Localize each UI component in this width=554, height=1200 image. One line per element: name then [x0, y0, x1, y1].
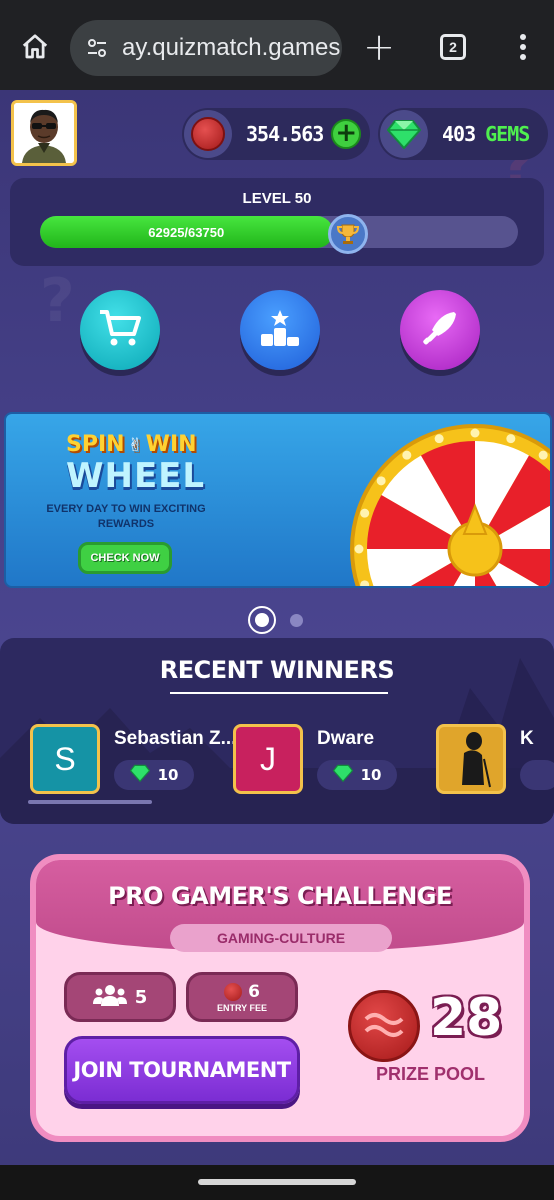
- spin-wheel-banner[interactable]: SPIN ✌ WIN WHEEL EVERY DAY TO WIN EXCITING…: [4, 412, 552, 588]
- winner-prize-value: 10: [360, 766, 382, 784]
- spin-word: SPIN: [66, 432, 125, 457]
- gem-icon: [332, 764, 353, 786]
- winner-avatar: [436, 724, 506, 794]
- winner-name: Dware: [317, 728, 375, 749]
- win-word: WIN: [145, 432, 197, 457]
- carousel-dot-active[interactable]: [248, 606, 276, 634]
- winner-prize: 10: [317, 760, 397, 790]
- wheel-bulb: [354, 544, 364, 554]
- spin-win-title: SPIN ✌ WIN: [66, 432, 197, 457]
- entry-fee: 6 ENTRY FEE: [186, 972, 298, 1022]
- gem-icon: [129, 764, 150, 786]
- wheel-bulb: [506, 434, 516, 444]
- prize-coin-icon: [348, 990, 420, 1062]
- question-mark-decoration: ?: [40, 266, 75, 336]
- battle-button[interactable]: [400, 290, 480, 370]
- prize-pool-value: 28: [430, 988, 503, 1048]
- coin-balance: 354.563 +: [182, 108, 370, 160]
- level-title: LEVEL 50: [242, 190, 312, 207]
- leaderboard-button[interactable]: [240, 290, 320, 370]
- tab-count: 2: [440, 34, 466, 60]
- level-card: LEVEL 50 62925/63750: [10, 178, 544, 266]
- prize-wheel-icon: [350, 424, 550, 586]
- game-screen: ? ? ? 354.563 + 403 GEMS LEVEL 5: [0, 90, 554, 1165]
- add-coins-button[interactable]: +: [331, 119, 362, 149]
- join-tournament-button[interactable]: JOIN TOURNAMENT: [64, 1036, 300, 1104]
- tournament-category: GAMING-CULTURE: [170, 924, 392, 952]
- users-icon: [92, 984, 127, 1011]
- entry-fee-label: ENTRY FEE: [216, 1002, 267, 1013]
- winner-prize-value: 10: [157, 766, 179, 784]
- wheel-bulb: [434, 434, 444, 444]
- players-count: 5: [64, 972, 176, 1022]
- avatar[interactable]: [11, 100, 77, 166]
- winner-avatar: S: [30, 724, 100, 794]
- wheel-bulb: [360, 508, 370, 518]
- wheel-title: WHEEL: [66, 456, 206, 496]
- winner-prize: [520, 760, 554, 790]
- prize-pool-label: PRIZE POOL: [376, 1064, 486, 1084]
- coin-icon: [184, 110, 232, 158]
- level-progress-bar: 62925/63750: [40, 216, 518, 248]
- winner-name: Sebastian Z...: [114, 728, 237, 749]
- browser-toolbar: ay.quizmatch.games + 2: [0, 0, 554, 90]
- horizontal-scrollbar[interactable]: [28, 800, 152, 804]
- winner-name: K: [520, 728, 534, 749]
- shopping-cart-icon: [98, 308, 142, 352]
- wheel-bulb: [538, 450, 548, 460]
- shop-button[interactable]: [80, 290, 160, 370]
- gem-balance: 403 GEMS: [378, 108, 548, 160]
- home-gesture-handle[interactable]: [198, 1179, 356, 1185]
- gem-icon: [380, 110, 428, 158]
- recent-winners-title: RECENT WINNERS: [159, 656, 395, 684]
- level-progress-text: 62925/63750: [148, 224, 225, 240]
- podium-icon: [258, 308, 302, 352]
- check-now-button[interactable]: CHECK NOW: [78, 542, 172, 574]
- wheel-bulb: [402, 450, 412, 460]
- home-icon[interactable]: [14, 26, 56, 68]
- carousel-dot[interactable]: [290, 614, 303, 627]
- tournament-card: PRO GAMER'S CHALLENGE GAMING-CULTURE 5 6…: [30, 854, 530, 1142]
- victory-hand-icon: ✌: [127, 435, 143, 456]
- wheel-bulb: [376, 476, 386, 486]
- coin-amount: 354.563: [246, 122, 324, 146]
- winner-prize: 10: [114, 760, 194, 790]
- coin-icon: [224, 982, 243, 1001]
- address-bar[interactable]: ay.quizmatch.games: [70, 20, 342, 76]
- title-underline: [170, 692, 388, 694]
- tab-switcher-button[interactable]: 2: [432, 26, 474, 68]
- banner-subtitle: EVERY DAY TO WIN EXCITING REWARDS: [46, 503, 206, 530]
- sword-icon: [420, 308, 460, 352]
- trophy-icon: [328, 214, 368, 254]
- url-text: ay.quizmatch.games: [122, 34, 341, 61]
- gem-label: GEMS: [485, 122, 530, 146]
- gem-amount: 403: [442, 122, 476, 146]
- players-value: 5: [134, 986, 148, 1008]
- entry-fee-value: 6: [248, 981, 260, 1002]
- more-menu-icon[interactable]: [502, 26, 544, 68]
- new-tab-icon[interactable]: +: [358, 25, 400, 69]
- wheel-bulb: [470, 428, 480, 438]
- site-settings-icon[interactable]: [76, 20, 118, 76]
- system-nav-bar: [0, 1165, 554, 1200]
- winner-avatar: J: [233, 724, 303, 794]
- recent-winners-panel: RECENT WINNERS S Sebastian Z... 10 J Dwa…: [0, 638, 554, 824]
- tournament-title: PRO GAMER'S CHALLENGE: [108, 882, 452, 910]
